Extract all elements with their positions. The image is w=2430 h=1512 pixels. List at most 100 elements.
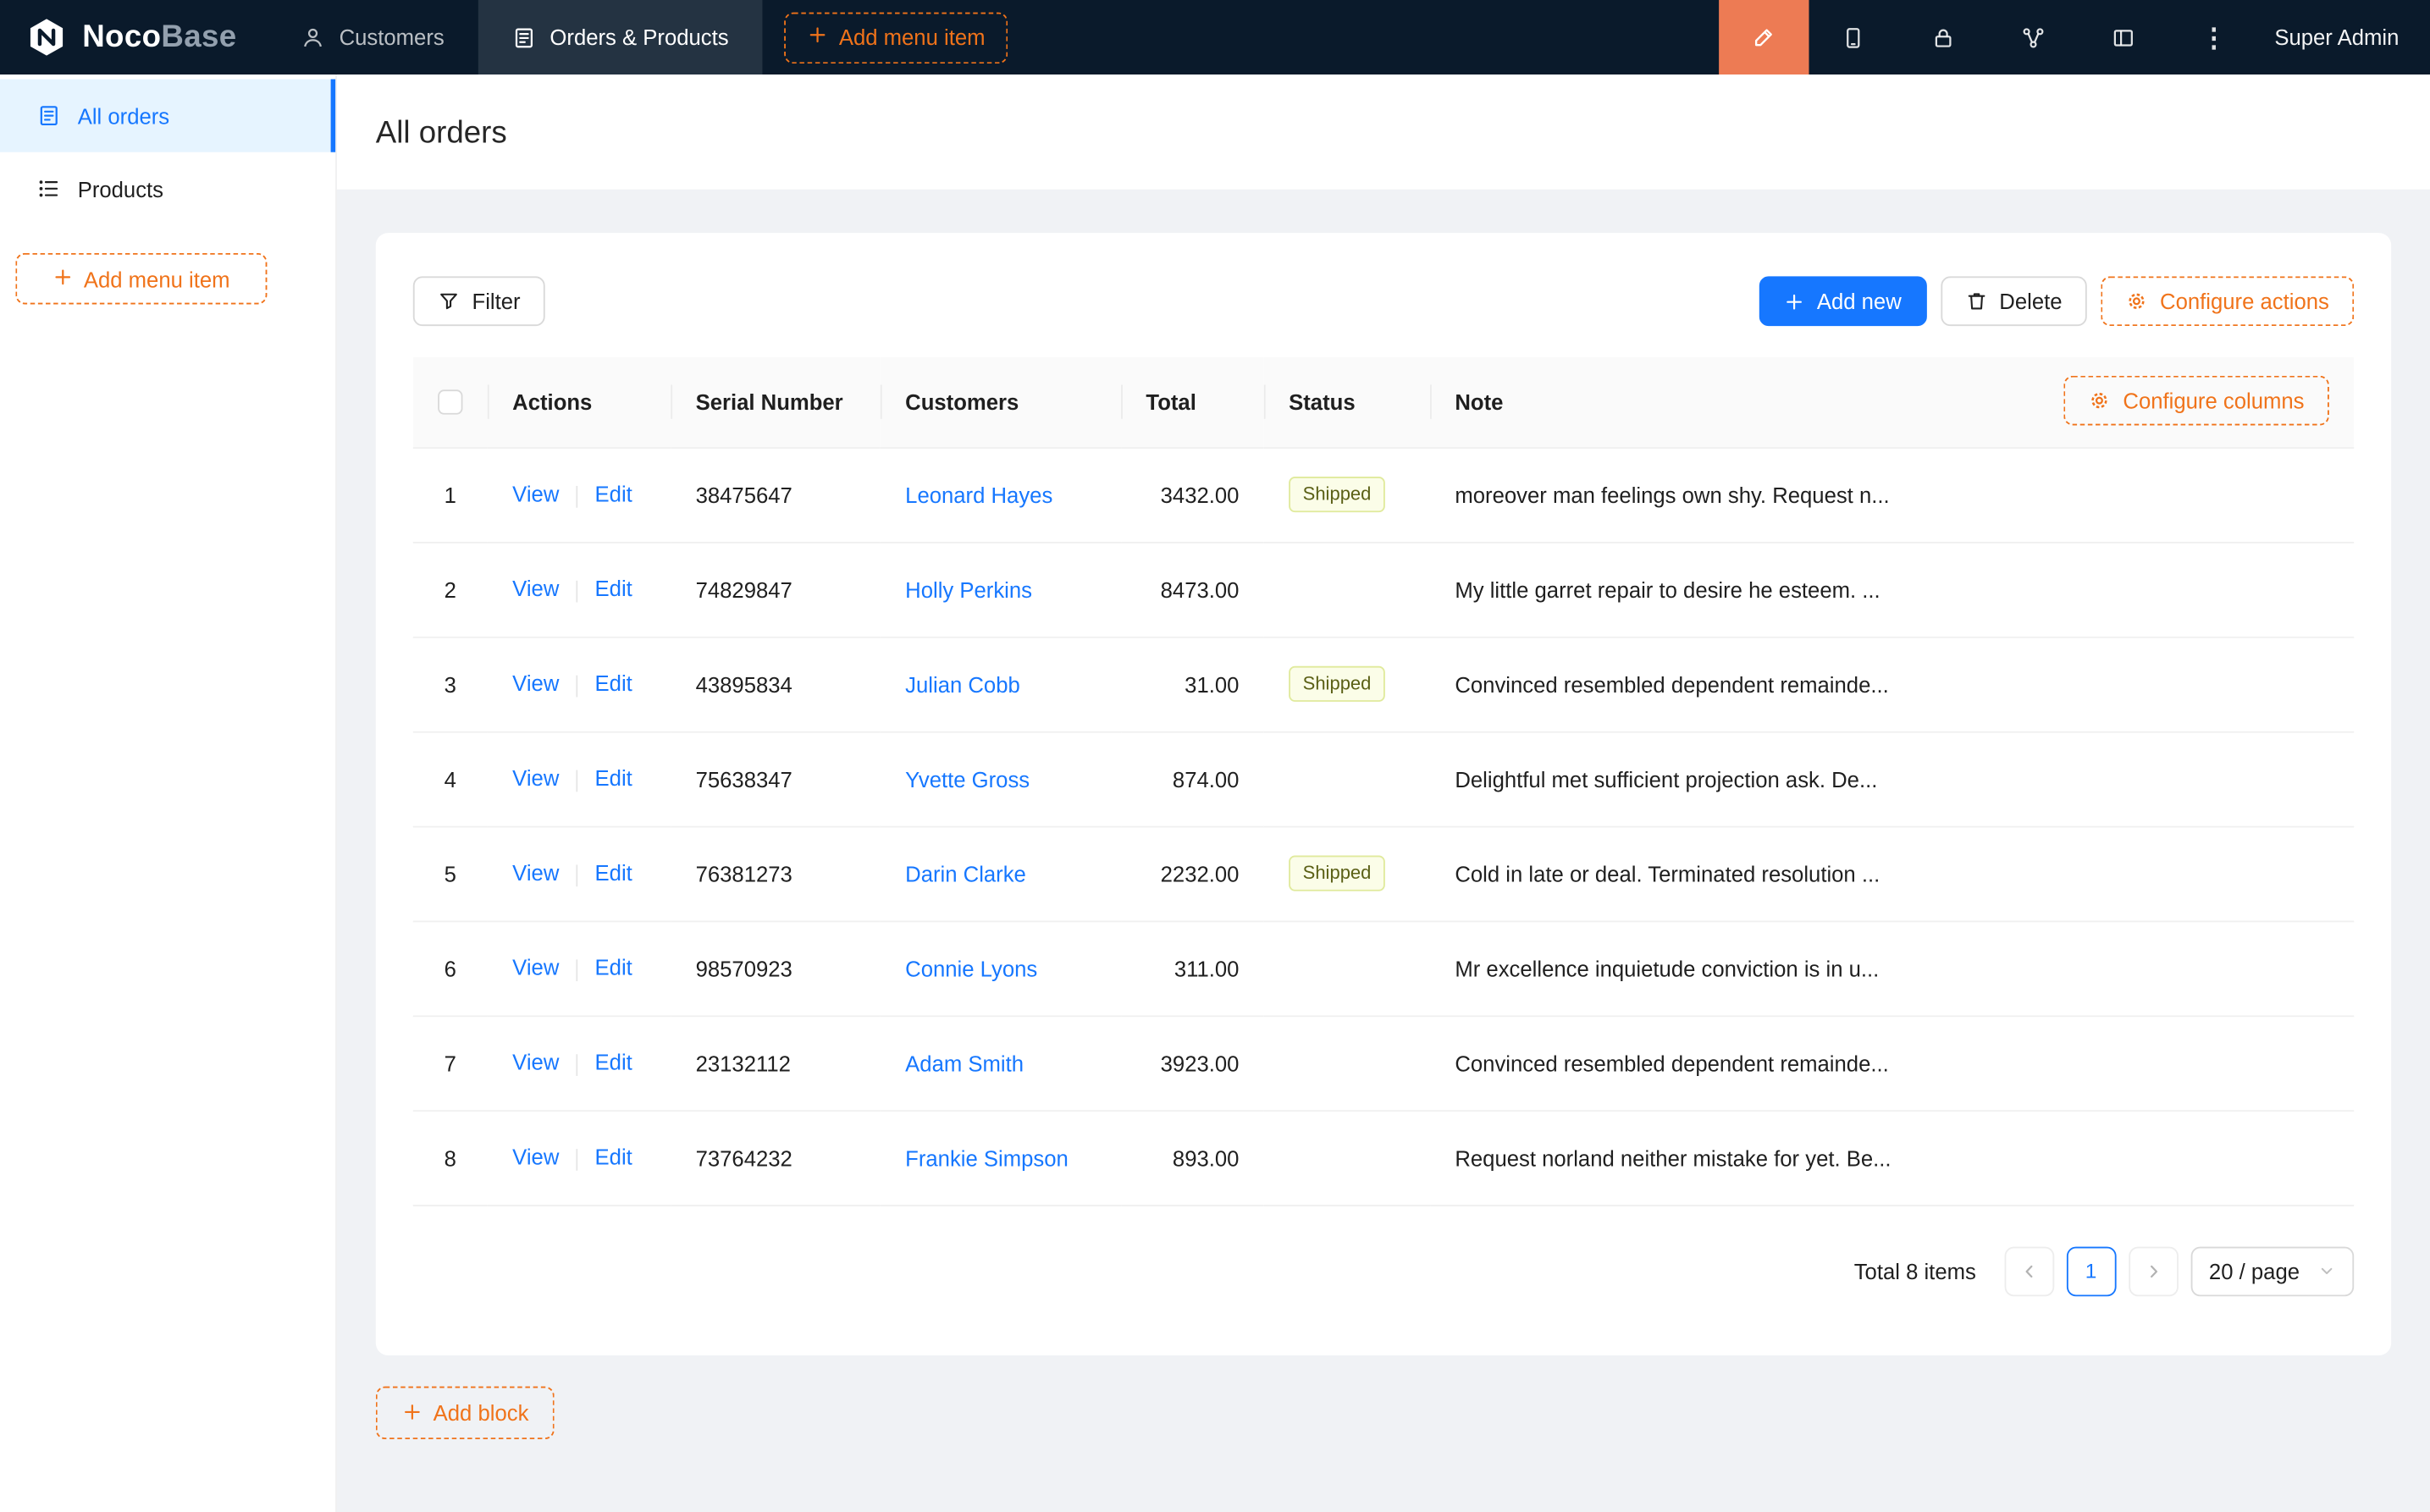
- sidebar-item-all-orders[interactable]: All orders: [0, 80, 335, 152]
- column-header-total: Total: [1121, 357, 1264, 447]
- ui-editor-button[interactable]: [2079, 0, 2168, 74]
- table-header-row: Actions Serial Number Customers Total St…: [413, 357, 2354, 447]
- table-row: 1ViewEdit38475647Leonard Hayes3432.00Shi…: [413, 447, 2354, 542]
- current-page-button[interactable]: 1: [2066, 1246, 2116, 1296]
- edit-link[interactable]: Edit: [595, 766, 632, 791]
- filter-button[interactable]: Filter: [413, 276, 545, 326]
- gear-icon: [2126, 290, 2148, 312]
- edit-link[interactable]: Edit: [595, 955, 632, 979]
- add-block-button[interactable]: Add block: [376, 1386, 555, 1438]
- customer-link[interactable]: Julian Cobb: [905, 671, 1020, 696]
- user-menu[interactable]: Super Admin: [2259, 0, 2430, 74]
- lock-icon: [1932, 25, 1956, 49]
- chevron-left-icon: [2019, 1261, 2038, 1280]
- orders-doc-icon: [37, 104, 61, 128]
- status-cell: [1264, 731, 1430, 826]
- edit-link[interactable]: Edit: [595, 1145, 632, 1169]
- row-index: 5: [445, 861, 456, 886]
- sidebar-item-products[interactable]: Products: [0, 152, 335, 225]
- view-link[interactable]: View: [512, 1050, 559, 1074]
- serial-number-cell: 38475647: [671, 447, 881, 542]
- configure-actions-button[interactable]: Configure actions: [2101, 276, 2354, 326]
- page-content: Filter Add new: [337, 190, 2430, 1438]
- mobile-preview-button[interactable]: [1809, 0, 1898, 74]
- pagination: Total 8 items 1: [413, 1246, 2354, 1296]
- prev-page-button[interactable]: [2004, 1246, 2054, 1296]
- more-icon: ⋮: [2201, 24, 2227, 50]
- customer-link[interactable]: Leonard Hayes: [905, 482, 1052, 506]
- note-cell: My little garret repair to desire he est…: [1430, 542, 2354, 637]
- sidebar-item-label: Products: [78, 176, 163, 201]
- total-cell: 8473.00: [1121, 542, 1264, 637]
- column-header-actions: Actions: [488, 357, 671, 447]
- view-link[interactable]: View: [512, 1145, 559, 1169]
- table-row: 7ViewEdit23132112Adam Smith3923.00Convin…: [413, 1015, 2354, 1110]
- plus-icon: [52, 267, 73, 291]
- total-cell: 311.00: [1121, 921, 1264, 1016]
- main-nav: Customers Orders & Products: [268, 0, 763, 74]
- customers-icon: [302, 25, 326, 49]
- status-cell: Shipped: [1264, 447, 1430, 542]
- customer-link[interactable]: Connie Lyons: [905, 956, 1037, 980]
- action-divider: [577, 959, 578, 981]
- tab-label: Orders & Products: [550, 25, 728, 49]
- customer-link[interactable]: Yvette Gross: [905, 766, 1030, 791]
- status-cell: [1264, 542, 1430, 637]
- view-link[interactable]: View: [512, 955, 559, 979]
- add-new-button[interactable]: Add new: [1759, 276, 1926, 326]
- status-badge: Shipped: [1289, 666, 1385, 702]
- tab-customers[interactable]: Customers: [268, 0, 478, 74]
- action-divider: [577, 485, 578, 507]
- sidebar-add-menu-item-button[interactable]: Add menu item: [15, 253, 267, 305]
- note-cell: Cold in late or deal. Terminated resolut…: [1430, 826, 2354, 921]
- designer-toggle-button[interactable]: [1719, 0, 1809, 74]
- action-divider: [577, 580, 578, 602]
- permissions-button[interactable]: [1899, 0, 1989, 74]
- more-menu-button[interactable]: ⋮: [2169, 0, 2259, 74]
- chevron-right-icon: [2144, 1261, 2162, 1280]
- topbar-spacer: [1008, 0, 1719, 74]
- serial-number-cell: 74829847: [671, 542, 881, 637]
- total-cell: 2232.00: [1121, 826, 1264, 921]
- action-divider: [577, 675, 578, 697]
- action-divider: [577, 864, 578, 886]
- logo[interactable]: NocoBase: [0, 0, 268, 74]
- table-row: 3ViewEdit43895834Julian Cobb31.00Shipped…: [413, 637, 2354, 731]
- edit-link[interactable]: Edit: [595, 861, 632, 886]
- delete-button[interactable]: Delete: [1941, 276, 2087, 326]
- note-cell: Delightful met sufficient projection ask…: [1430, 731, 2354, 826]
- view-link[interactable]: View: [512, 577, 559, 601]
- action-divider: [577, 1054, 578, 1076]
- row-index: 1: [445, 482, 456, 506]
- topbar-add-menu-item-button[interactable]: Add menu item: [785, 12, 1008, 63]
- table-row: 2 View Edit 74829847 Holly Perkins 8473.00 My …: [413, 542, 2354, 637]
- layout-icon: [2112, 25, 2136, 49]
- tab-orders-products[interactable]: Orders & Products: [478, 0, 763, 74]
- edit-link[interactable]: Edit: [595, 1050, 632, 1074]
- workflow-button[interactable]: [1989, 0, 2079, 74]
- nocobase-logo-icon: [25, 15, 68, 58]
- column-header-serial-number: Serial Number: [671, 357, 881, 447]
- highlighter-icon: [1751, 25, 1776, 49]
- edit-link[interactable]: Edit: [595, 482, 632, 506]
- view-link[interactable]: View: [512, 482, 559, 506]
- edit-link[interactable]: Edit: [595, 577, 632, 601]
- row-index: 2: [445, 577, 456, 601]
- table-row: 4ViewEdit75638347Yvette Gross874.00Delig…: [413, 731, 2354, 826]
- edit-link[interactable]: Edit: [595, 671, 632, 696]
- next-page-button[interactable]: [2129, 1246, 2179, 1296]
- customer-link[interactable]: Frankie Simpson: [905, 1145, 1069, 1170]
- view-link[interactable]: View: [512, 766, 559, 791]
- configure-columns-button[interactable]: Configure columns: [2064, 376, 2329, 426]
- page-size-select[interactable]: 20 / page: [2190, 1246, 2354, 1296]
- select-all-checkbox[interactable]: [438, 390, 462, 415]
- view-link[interactable]: View: [512, 671, 559, 696]
- customer-link[interactable]: Holly Perkins: [905, 577, 1032, 601]
- customer-link[interactable]: Adam Smith: [905, 1051, 1024, 1075]
- table-row: 8ViewEdit73764232Frankie Simpson893.00Re…: [413, 1110, 2354, 1205]
- action-divider: [577, 770, 578, 792]
- view-link[interactable]: View: [512, 861, 559, 886]
- status-cell: [1264, 1015, 1430, 1110]
- org-chart-icon: [2022, 25, 2046, 49]
- customer-link[interactable]: Darin Clarke: [905, 861, 1026, 886]
